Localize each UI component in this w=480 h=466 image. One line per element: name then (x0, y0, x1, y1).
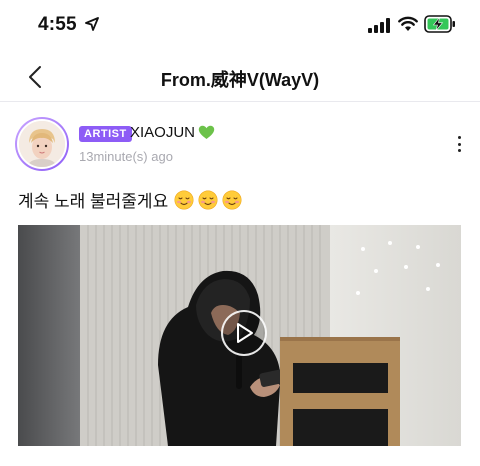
avatar[interactable] (15, 117, 69, 171)
more-options-button[interactable] (452, 133, 466, 155)
smiling-face-icon (174, 190, 194, 209)
play-button[interactable] (221, 310, 267, 356)
post-content: 계속 노래 불러줄게요 (18, 187, 242, 212)
post-text: 계속 노래 불러줄게요 (18, 192, 169, 211)
author-label: XIAOJUN (130, 124, 196, 141)
avatar-portrait-icon (19, 121, 65, 167)
page-title: From.威神V(WayV) (160, 70, 320, 90)
author-name[interactable]: XIAOJUN (130, 124, 215, 141)
nav-bar: From.威神V(WayV) (0, 52, 480, 100)
status-bar: 4:55 (0, 0, 480, 50)
smiling-face-icon (198, 190, 218, 209)
wifi-icon (398, 16, 418, 31)
play-icon (237, 323, 253, 343)
header-divider (0, 101, 480, 102)
green-heart-icon (198, 125, 215, 139)
more-vertical-icon (457, 136, 461, 139)
battery-charging-icon (424, 15, 455, 33)
post-timestamp: 13minute(s) ago (79, 149, 173, 164)
status-time: 4:55 (38, 14, 77, 35)
artist-badge: ARTIST (79, 126, 132, 142)
avatar-image (17, 119, 67, 169)
location-arrow-icon (85, 17, 99, 31)
cellular-signal-icon (368, 18, 390, 33)
smiling-face-icon (222, 190, 242, 209)
